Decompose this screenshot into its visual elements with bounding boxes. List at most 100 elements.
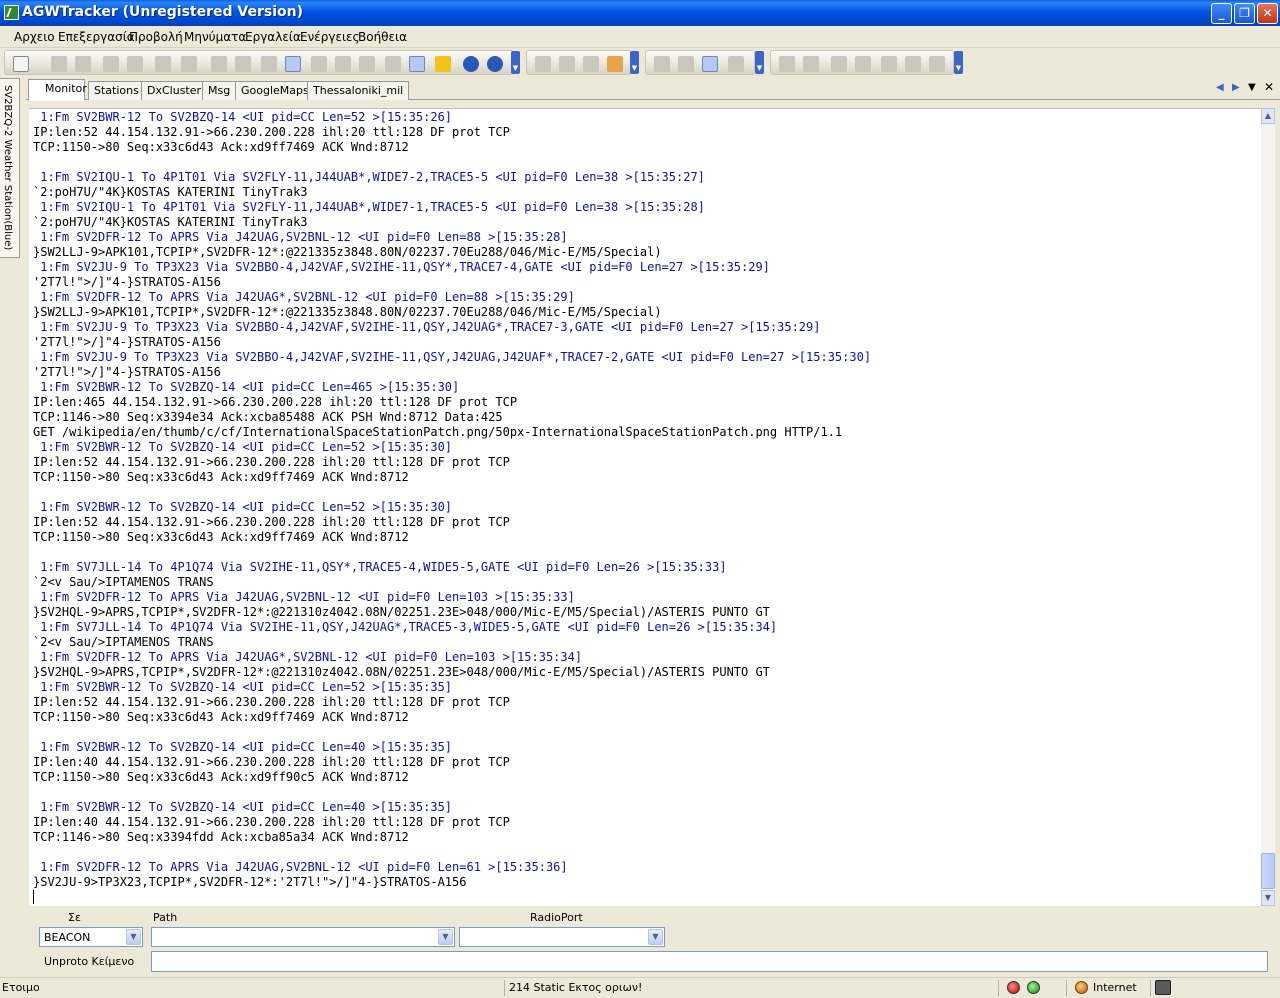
monitor-line: 1:Fm SV2DFR-12 To APRS Via J42UAG*,SV2BN…	[33, 650, 583, 664]
globe-tool-icon[interactable]	[359, 56, 375, 72]
user-check-icon[interactable]	[803, 56, 819, 72]
toolbar-group-view	[645, 50, 755, 75]
monitor-line: TCP:1146->80 Seq:x3394fdd Ack:xcba85a34 …	[33, 830, 409, 844]
toolbar-group-main	[4, 50, 514, 75]
side-tab-weather-station[interactable]: SV2BZQ-2 Weather Station(Blue)	[0, 78, 20, 258]
lightning-icon[interactable]	[435, 56, 451, 72]
edit-icon[interactable]	[385, 56, 401, 72]
monitor-lines: 1:Fm SV2BWR-12 To SV2BZQ-14 <UI pid=CC L…	[33, 110, 871, 890]
menu-edit[interactable]: Επεξεργασία	[58, 30, 135, 44]
app-icon	[4, 5, 19, 20]
menu-file[interactable]: Αρχειο	[14, 30, 55, 44]
group-icon[interactable]	[905, 56, 921, 72]
pencil-icon[interactable]	[409, 56, 425, 72]
monitor-line: 1:Fm SV2IQU-1 To 4P1T01 Via SV2FLY-11,J4…	[33, 170, 705, 184]
chevron-down-icon[interactable]: ▼	[126, 929, 141, 945]
tab-thessaloniki-mil[interactable]: Thessaloniki_mil	[307, 81, 410, 100]
measure-icon[interactable]	[335, 56, 351, 72]
grid-icon[interactable]	[311, 56, 327, 72]
delete-icon[interactable]	[855, 56, 871, 72]
toolbar-chevron-4[interactable]: ▼	[954, 51, 963, 74]
monitor-line	[33, 785, 871, 800]
scroll-up-icon[interactable]: ▲	[1261, 108, 1275, 124]
monitor-line: }SW2LLJ-9>APK101,TCPIP*,SV2DFR-12*:@2213…	[33, 305, 662, 319]
monitor-line: TCP:1150->80 Seq:x33c6d43 Ack:xd9ff7469 …	[33, 470, 409, 484]
vertical-scrollbar[interactable]: ▲ ▼	[1261, 108, 1275, 906]
monitor-line: }SV2JU-9>TP3X23,TCPIP*,SV2DFR-12*:'2T7l!…	[33, 875, 467, 889]
tracking-icon[interactable]	[831, 56, 847, 72]
tab-next-icon[interactable]: ▶	[1232, 82, 1240, 93]
zoom-in-icon[interactable]	[155, 56, 171, 72]
zoom-out-icon[interactable]	[181, 56, 197, 72]
window-icon[interactable]	[678, 56, 694, 72]
table-icon[interactable]	[654, 56, 670, 72]
undo-icon[interactable]	[583, 56, 599, 72]
to-select[interactable]: BEACON ▼	[39, 927, 143, 947]
monitor-line: 1:Fm SV2BWR-12 To SV2BZQ-14 <UI pid=CC L…	[33, 500, 453, 514]
clipboard-icon[interactable]	[607, 56, 623, 72]
open-icon[interactable]	[51, 56, 67, 72]
menu-actions[interactable]: Ενέργειες	[300, 30, 360, 44]
unproto-text-input[interactable]	[151, 951, 1268, 972]
scroll-down-icon[interactable]: ▼	[1261, 890, 1275, 906]
radioport-select[interactable]: ▼	[459, 927, 665, 947]
new-icon[interactable]	[13, 56, 29, 72]
tab-msg[interactable]: Msg	[202, 81, 237, 100]
fit-icon[interactable]	[235, 56, 251, 72]
monitor-line: 1:Fm SV7JLL-14 To 4P1Q74 Via SV2IHE-11,Q…	[33, 560, 727, 574]
menu-view[interactable]: Προβολή	[129, 30, 183, 44]
map-icon[interactable]	[261, 56, 277, 72]
path-select[interactable]: ▼	[151, 927, 455, 947]
app-window: { "window": { "title": "AGWTracker (Unre…	[0, 0, 1280, 998]
monitor-line: 1:Fm SV2DFR-12 To APRS Via J42UAG,SV2BNL…	[33, 230, 568, 244]
side-tab-label: SV2BZQ-2 Weather Station(Blue)	[2, 85, 13, 251]
user-icon[interactable]	[779, 56, 795, 72]
toolbar-chevron-1[interactable]: ▼	[511, 51, 520, 74]
help-icon[interactable]	[487, 56, 503, 72]
title-bar: AGWTracker (Unregistered Version) _ ❐ ✕	[0, 0, 1280, 26]
pan-icon[interactable]	[211, 56, 227, 72]
monitor-line: IP:len:40 44.154.132.91->66.230.200.228 …	[33, 815, 510, 829]
chevron-down-icon[interactable]: ▼	[438, 929, 453, 945]
info-icon[interactable]	[463, 56, 479, 72]
monitor-line: 1:Fm SV2BWR-12 To SV2BZQ-14 <UI pid=CC L…	[33, 440, 453, 454]
scroll-thumb[interactable]	[1261, 853, 1275, 889]
monitor-line: 1:Fm SV7JLL-14 To 4P1Q74 Via SV2IHE-11,Q…	[33, 620, 778, 634]
toolbar-group-edit	[526, 50, 632, 75]
tab-close-icon[interactable]: ✕	[1264, 80, 1274, 94]
tab-monitor[interactable]: Monitor	[28, 79, 87, 101]
station-icon[interactable]	[881, 56, 897, 72]
menu-messages[interactable]: Μηνύματα	[184, 30, 246, 44]
chevron-down-icon[interactable]: ▼	[648, 929, 663, 945]
toolbar-chevron-2[interactable]: ▼	[630, 51, 639, 74]
copy-icon[interactable]	[127, 56, 143, 72]
tab-prev-icon[interactable]: ◀	[1216, 82, 1224, 93]
refresh-icon[interactable]	[728, 56, 744, 72]
tab-googlemaps[interactable]: GoogleMaps	[235, 81, 315, 100]
tab-list-icon[interactable]: ▼	[1248, 82, 1256, 93]
menu-tools[interactable]: Εργαλεία	[245, 30, 301, 44]
path-label: Path	[153, 911, 178, 924]
close-button[interactable]: ✕	[1257, 3, 1278, 24]
print-icon[interactable]	[103, 56, 119, 72]
menu-help[interactable]: Βοήθεια	[358, 30, 407, 44]
monitor-line	[33, 845, 871, 860]
layer-icon[interactable]	[285, 56, 301, 72]
minimize-button[interactable]: _	[1211, 3, 1232, 24]
maximize-button[interactable]: ❐	[1234, 3, 1255, 24]
paste-icon[interactable]	[559, 56, 575, 72]
list-icon[interactable]	[929, 56, 945, 72]
cut-icon[interactable]	[535, 56, 551, 72]
toolbar-chevron-3[interactable]: ▼	[755, 51, 764, 74]
tab-dxcluster[interactable]: DxCluster	[141, 81, 208, 100]
tab-stations[interactable]: Stations	[88, 81, 145, 100]
monitor-line: '2T7l!">/]"4-}STRATOS-A156	[33, 365, 221, 379]
tab-strip: Monitor Stations DxCluster Msg GoogleMap…	[26, 79, 1280, 101]
status-green-icon	[1027, 981, 1040, 994]
split-icon[interactable]	[702, 56, 718, 72]
save-icon[interactable]	[75, 56, 91, 72]
monitor-line: IP:len:40 44.154.132.91->66.230.200.228 …	[33, 755, 510, 769]
status-bar: Ετοιμο 214 Static Εκτος οριων! Internet	[0, 977, 1280, 998]
monitor-output[interactable]: 1:Fm SV2BWR-12 To SV2BZQ-14 <UI pid=CC L…	[29, 108, 1261, 906]
radioport-label: RadioPort	[530, 911, 583, 924]
